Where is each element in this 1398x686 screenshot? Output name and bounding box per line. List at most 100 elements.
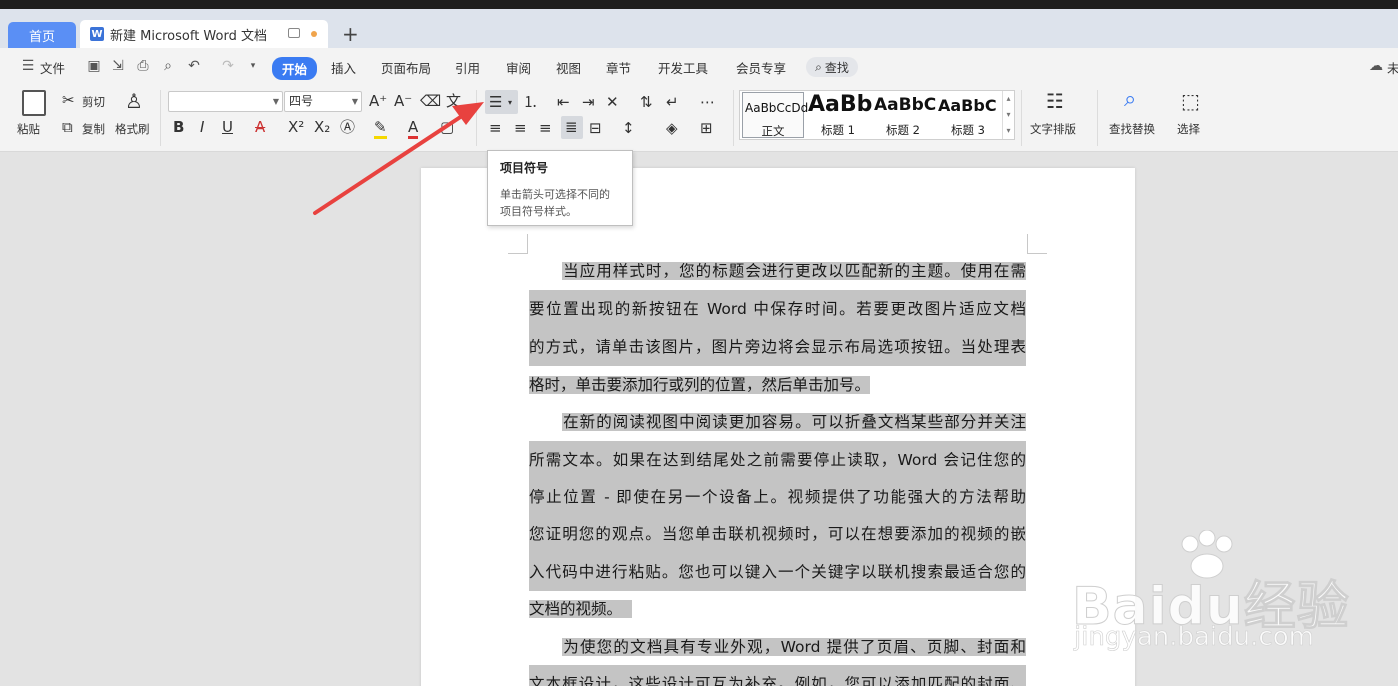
line-break-icon[interactable]: ↵ (666, 93, 679, 111)
menu-insert[interactable]: 插入 (331, 58, 356, 77)
justify-button[interactable]: ≣ (561, 116, 583, 139)
strikethrough-icon[interactable]: A (255, 118, 265, 136)
text-layout-button[interactable]: 文字排版 (1030, 121, 1076, 137)
doc-line[interactable]: 在新的阅读视图中阅读更加容易。可以折叠文档某些部分并关注 (529, 403, 1026, 441)
search-label: 查找 (824, 60, 849, 75)
underline-icon[interactable]: U (222, 118, 233, 136)
paste-icon[interactable] (22, 90, 46, 116)
tab-home[interactable]: 首页 (8, 22, 76, 48)
shrink-font-icon[interactable]: A⁻ (394, 92, 412, 110)
ribbon-toolbar: 粘贴 ✂ 剪切 ⧉ 复制 ♙ 格式刷 ▼ 四号 ▼ A⁺ A⁻ ⌫ 文 B I U… (0, 86, 1398, 152)
align-center-icon[interactable]: ≡ (514, 119, 527, 137)
doc-line[interactable]: 格时，单击要添加行或列的位置，然后单击加号。 (529, 366, 1026, 404)
show-marks-icon[interactable]: ⋯ (700, 93, 715, 111)
numbered-list-icon[interactable]: ⒈ (523, 93, 538, 111)
align-left-icon[interactable]: ≡ (489, 119, 502, 137)
hamburger-icon[interactable]: ☰ (20, 58, 36, 74)
font-name-select[interactable]: ▼ (168, 91, 283, 112)
format-painter-icon[interactable]: ♙ (125, 91, 143, 111)
export-icon[interactable]: ⇲ (110, 58, 126, 74)
print-preview-icon[interactable]: ⌕ (160, 58, 176, 74)
distribute-icon[interactable]: ⊟ (589, 119, 602, 137)
style-heading-2[interactable]: AaBbC 标题 2 (872, 92, 936, 138)
cut-button[interactable]: 剪切 (82, 94, 105, 110)
doc-line[interactable]: 要位置出现的新按钮在 Word 中保存时间。若要更改图片适应文档 (529, 290, 1026, 328)
tab-document[interactable]: W 新建 Microsoft Word 文档 (80, 20, 328, 48)
bold-icon[interactable]: B (173, 118, 184, 136)
shading-icon[interactable]: ◈ (666, 119, 678, 137)
menu-references[interactable]: 引用 (455, 58, 480, 77)
paste-button[interactable]: 粘贴 (17, 121, 40, 137)
format-painter-button[interactable]: 格式刷 (115, 121, 150, 137)
bullet-list-icon: ☰ (489, 93, 503, 111)
save-icon[interactable]: ▣ (86, 58, 102, 74)
redo-icon[interactable]: ↷ (220, 58, 236, 74)
menu-developer[interactable]: 开发工具 (658, 58, 708, 77)
subscript-icon[interactable]: X₂ (314, 118, 330, 136)
decrease-indent-icon[interactable]: ⇤ (557, 93, 570, 111)
chevron-down-icon[interactable]: ▾ (508, 94, 512, 112)
bullet-tooltip: 项目符号 单击箭头可选择不同的 项目符号样式。 (487, 150, 633, 226)
divider (476, 90, 477, 146)
monitor-icon[interactable] (288, 28, 300, 38)
cloud-icon[interactable]: ☁ (1368, 58, 1384, 74)
doc-line[interactable]: 文档的视频。 (529, 590, 1026, 628)
menu-start[interactable]: 开始 (272, 57, 318, 80)
style-gallery-scroll[interactable]: ▴ ▾ ▾ (1002, 91, 1014, 139)
align-right-icon[interactable]: ≡ (539, 119, 552, 137)
style-heading-1[interactable]: AaBb 标题 1 (806, 92, 872, 138)
menu-section[interactable]: 章节 (606, 58, 631, 77)
doc-line[interactable]: 的方式，请单击该图片，图片旁边将会显示布局选项按钮。当处理表 (529, 328, 1026, 366)
copy-icon[interactable]: ⧉ (62, 118, 73, 136)
doc-line[interactable]: 当应用样式时，您的标题会进行更改以匹配新的主题。使用在需 (529, 252, 1026, 290)
copy-button[interactable]: 复制 (82, 121, 105, 137)
doc-line[interactable]: 文本框设计，这些设计可互为补充。例如，您可以添加匹配的封面、 (529, 665, 1026, 686)
doc-line[interactable]: 入代码中进行粘贴。您也可以键入一个关键字以联机搜索最适合您的 (529, 553, 1026, 591)
font-size-select[interactable]: 四号 ▼ (284, 91, 362, 112)
doc-line[interactable]: 所需文本。如果在达到结尾处之前需要停止读取，Word 会记住您的 (529, 441, 1026, 479)
menu-review[interactable]: 审阅 (506, 58, 531, 77)
text-effect-icon[interactable]: Ⓐ (340, 118, 355, 136)
window-top-strip (0, 0, 1398, 9)
doc-line[interactable]: 您证明您的观点。当您单击联机视频时，可以在想要添加的视频的嵌 (529, 515, 1026, 553)
superscript-icon[interactable]: X² (288, 118, 304, 136)
line-spacing-icon[interactable]: ↕ (622, 119, 635, 137)
menu-file[interactable]: 文件 (40, 58, 65, 77)
search-button[interactable]: ⌕ 查找 (806, 57, 858, 77)
print-icon[interactable]: ⎙ (135, 58, 151, 74)
new-tab-button[interactable]: + (342, 22, 359, 46)
char-border-icon[interactable]: ▢ (440, 118, 454, 136)
highlight-icon[interactable]: ✎ (374, 118, 387, 139)
text-layout-icon[interactable]: ☷ (1046, 91, 1064, 111)
chinese-layout-icon[interactable]: ✕ (606, 93, 619, 111)
scissors-icon[interactable]: ✂ (62, 91, 75, 109)
doc-line[interactable]: 停止位置 - 即使在另一个设备上。视频提供了功能强大的方法帮助 (529, 478, 1026, 516)
clear-format-icon[interactable]: ⌫ (420, 92, 441, 110)
menu-page-layout[interactable]: 页面布局 (381, 58, 431, 77)
margin-corner-top-right (1027, 234, 1047, 254)
style-normal[interactable]: AaBbCcDd 正文 (742, 92, 808, 138)
menu-member[interactable]: 会员专享 (736, 58, 786, 77)
grow-font-icon[interactable]: A⁺ (369, 92, 387, 110)
italic-icon[interactable]: I (200, 118, 204, 136)
divider (1021, 90, 1022, 146)
doc-line[interactable]: 为使您的文档具有专业外观，Word 提供了页眉、页脚、封面和 (529, 628, 1026, 666)
find-replace-button[interactable]: 查找替换 (1109, 121, 1155, 137)
undo-icon[interactable]: ↶ (186, 58, 202, 74)
style-heading-3[interactable]: AaBbC 标题 3 (936, 92, 1000, 138)
paw-logo-icon (1181, 530, 1233, 579)
menu-bar: ☰ 文件 ▣ ⇲ ⎙ ⌕ ↶ ↷ ▾ 开始 插入 页面布局 引用 审阅 视图 章… (0, 48, 1398, 86)
quick-access-dropdown-icon[interactable]: ▾ (245, 58, 261, 74)
borders-icon[interactable]: ⊞ (700, 119, 713, 137)
bullet-list-button[interactable]: ☰ ▾ (485, 90, 518, 114)
sort-icon[interactable]: ⇅ (640, 93, 653, 111)
font-size-value: 四号 (289, 94, 314, 108)
select-button[interactable]: 选择 (1177, 121, 1200, 137)
find-replace-icon[interactable]: ⌕ (1124, 89, 1136, 111)
select-icon[interactable]: ⬚ (1181, 91, 1200, 111)
divider (160, 90, 161, 146)
menu-view[interactable]: 视图 (556, 58, 581, 77)
increase-indent-icon[interactable]: ⇥ (582, 93, 595, 111)
phonetic-guide-icon[interactable]: 文 (446, 92, 461, 110)
font-color-icon[interactable]: A (408, 118, 419, 139)
